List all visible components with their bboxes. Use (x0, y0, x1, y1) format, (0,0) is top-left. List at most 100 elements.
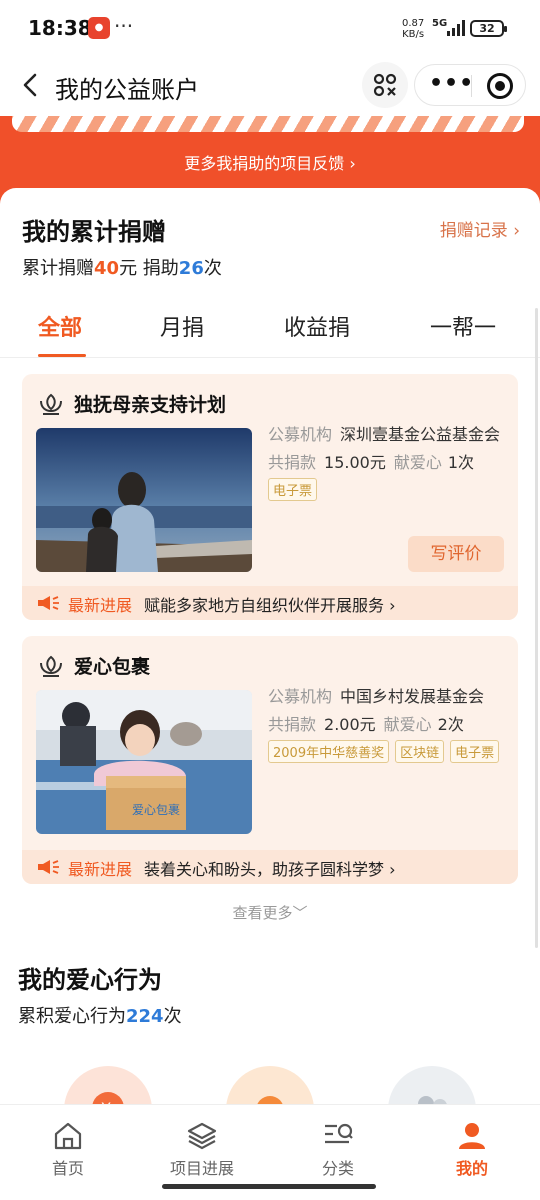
mini-program-capsule: ••• (414, 64, 526, 106)
donation-tabs: 全部 月捐 收益捐 一帮一 (0, 300, 540, 358)
donated-amount: 2.00元 (324, 715, 376, 734)
feedback-link[interactable]: 更多我捐助的项目反馈 › (0, 150, 540, 174)
org-row: 公募机构 中国乡村发展基金会 (268, 684, 508, 710)
svg-text:爱心包裹: 爱心包裹 (132, 802, 180, 817)
mother-child-photo (36, 428, 252, 572)
striped-banner (12, 116, 524, 132)
love-actions-unit: 次 (163, 1006, 182, 1027)
progress-label: 最新进展 (68, 596, 133, 615)
org-row: 公募机构 深圳壹基金公益基金会 (268, 422, 508, 448)
project-title: 独抚母亲支持计划 (74, 394, 227, 416)
donation-record-link[interactable]: 捐赠记录 › (440, 216, 520, 241)
org-label: 公募机构 (268, 687, 333, 706)
chevron-left-icon[interactable] (16, 70, 46, 100)
tabbar-label: 分类 (321, 1159, 354, 1178)
love-count: 2次 (437, 715, 464, 734)
tag-e-ticket: 电子票 (450, 740, 500, 763)
donation-summary-line: 累计捐赠40元 捐助26次 (22, 254, 222, 280)
progress-label: 最新进展 (68, 860, 133, 879)
layers-icon (187, 1122, 217, 1150)
project-title: 爱心包裹 (74, 656, 151, 678)
tag-blockchain: 区块链 (395, 740, 445, 763)
org-name: 深圳壹基金公益基金会 (340, 425, 501, 444)
scan-icon (373, 73, 397, 97)
tabbar-home[interactable]: 首页 (8, 1119, 128, 1179)
love-action-walk-icon[interactable] (226, 1066, 314, 1108)
project-info: 公募机构 深圳壹基金公益基金会 共捐款 15.00元 献爱心 1次 电子票 (268, 422, 508, 502)
megaphone-icon (38, 860, 59, 874)
tabbar-category[interactable]: 分类 (278, 1119, 398, 1179)
tab-monthly[interactable]: 月捐 (160, 310, 204, 342)
tab-income[interactable]: 收益捐 (284, 310, 350, 342)
capsule-divider (471, 75, 472, 97)
latest-progress[interactable]: 最新进展 装着关心和盼头，助孩子圆科学梦 › (22, 850, 518, 884)
project-photo[interactable]: 爱心包裹 (36, 690, 252, 834)
status-bar: 18:38 ● ··· 0.87 KB/s 5G 32 (0, 0, 540, 58)
love-label: 献爱心 (383, 715, 432, 734)
tabbar-mine[interactable]: 我的 (412, 1119, 532, 1179)
scan-button[interactable] (362, 62, 408, 108)
love-action-donate-icon[interactable]: ¥ (64, 1066, 152, 1108)
smile-face-icon (256, 1096, 284, 1108)
lotus-icon (40, 655, 62, 677)
total-amount: 40 (94, 258, 120, 279)
org-label: 公募机构 (268, 425, 333, 444)
progress-text: 赋能多家地方自组织伙伴开展服务 › (144, 596, 396, 615)
donation-row: 共捐款 2.00元 献爱心 2次 (268, 712, 508, 738)
project-card[interactable]: 爱心包裹 爱心包裹 公募机构 中国乡村发展基金会 共捐款 2.00元 献爱心 2次 (22, 636, 518, 884)
home-icon (54, 1122, 82, 1150)
times-prefix: 捐助 (142, 258, 179, 279)
battery-icon: 32 (470, 20, 507, 37)
nav-bar: 我的公益账户 ••• (0, 58, 540, 116)
love-actions-count: 224 (126, 1006, 164, 1027)
love-actions-summary: 累积爱心行为224次 (18, 1002, 182, 1028)
total-prefix: 累计捐赠 (22, 258, 94, 279)
see-more-button[interactable]: 查看更多﹀ (0, 902, 540, 923)
status-more-dots: ··· (114, 14, 134, 38)
lotus-icon (40, 393, 62, 415)
tag-e-ticket: 电子票 (268, 478, 318, 501)
scrollbar[interactable] (535, 308, 538, 948)
tab-one-to-one[interactable]: 一帮一 (430, 310, 496, 342)
people-icon (418, 1096, 447, 1108)
times-count: 26 (178, 258, 204, 279)
org-name: 中国乡村发展基金会 (340, 687, 485, 706)
love-count: 1次 (447, 453, 475, 472)
network-speed-unit: KB/s (402, 29, 425, 40)
project-card[interactable]: 独抚母亲支持计划 公募机构 深圳壹基金公益基金会 共捐款 15.00元 献爱心 … (22, 374, 518, 620)
write-review-button[interactable]: 写评价 (408, 536, 504, 572)
tabbar-label: 我的 (455, 1159, 488, 1178)
tabbar-label: 首页 (51, 1159, 84, 1178)
network-type: 5G (432, 18, 448, 29)
child-with-package-photo: 爱心包裹 (36, 690, 252, 834)
love-label: 献爱心 (393, 453, 442, 472)
page-title: 我的公益账户 (55, 76, 199, 104)
tab-all[interactable]: 全部 (38, 310, 82, 342)
love-actions-title: 我的爱心行为 (18, 966, 162, 994)
tag-list: 2009年中华慈善奖 区块链 电子票 (268, 740, 508, 764)
progress-text: 装着关心和盼头，助孩子圆科学梦 › (144, 860, 396, 879)
app-notification-icon: ● (88, 17, 110, 39)
tag-list: 电子票 (268, 478, 508, 502)
network-speed-value: 0.87 (402, 18, 425, 29)
tag-charity-award: 2009年中华慈善奖 (268, 740, 390, 763)
love-action-community-icon[interactable] (388, 1066, 476, 1108)
home-indicator[interactable] (162, 1184, 376, 1189)
latest-progress[interactable]: 最新进展 赋能多家地方自组织伙伴开展服务 › (22, 586, 518, 620)
tabbar-progress[interactable]: 项目进展 (142, 1119, 262, 1179)
total-unit: 元 (119, 258, 138, 279)
close-target-icon[interactable] (487, 73, 513, 99)
main-card: 我的累计捐赠 捐赠记录 › 累计捐赠40元 捐助26次 全部 月捐 收益捐 一帮… (0, 188, 540, 1108)
project-photo[interactable] (36, 428, 252, 572)
donated-label: 共捐款 (268, 453, 317, 472)
love-actions-prefix: 累积爱心行为 (18, 1006, 126, 1027)
tab-underline (38, 354, 86, 357)
more-icon[interactable]: ••• (429, 71, 474, 96)
tabbar-label: 项目进展 (169, 1159, 234, 1178)
yuan-coin-icon: ¥ (92, 1092, 124, 1108)
donation-row: 共捐款 15.00元 献爱心 1次 (268, 450, 508, 476)
donation-summary-title: 我的累计捐赠 (22, 218, 166, 246)
signal-icon (447, 20, 465, 36)
category-search-icon (325, 1123, 353, 1144)
megaphone-icon (38, 596, 59, 610)
